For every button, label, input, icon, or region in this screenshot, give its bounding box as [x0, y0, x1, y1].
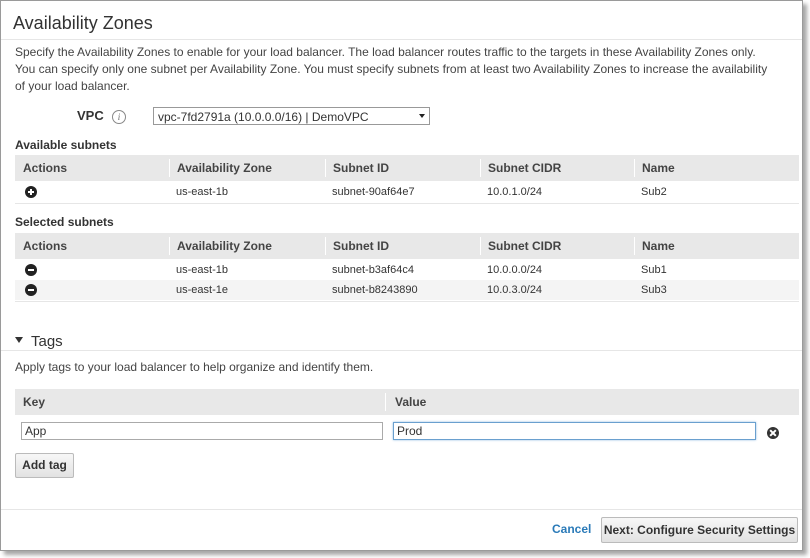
row-subnet-cidr: 10.0.0.0/24: [487, 264, 543, 276]
info-icon[interactable]: i: [112, 110, 126, 124]
column-name: Name: [642, 161, 675, 175]
tag-key-input[interactable]: [21, 422, 383, 440]
selected-subnets-label: Selected subnets: [15, 215, 114, 229]
tags-description: Apply tags to your load balancer to help…: [15, 360, 374, 374]
add-tag-button[interactable]: Add tag: [15, 453, 74, 478]
table-row[interactable]: us-east-1b subnet-b3af64c4 10.0.0.0/24 S…: [15, 260, 799, 280]
row-divider: [15, 203, 799, 204]
vpc-label: VPC: [77, 108, 104, 123]
minus-circle-icon[interactable]: [25, 284, 37, 296]
tag-value-input[interactable]: [393, 422, 756, 440]
table-row[interactable]: us-east-1e subnet-b8243890 10.0.3.0/24 S…: [15, 280, 799, 300]
column-divider: [385, 393, 386, 411]
row-availability-zone: us-east-1e: [176, 284, 228, 296]
footer-divider: [1, 509, 802, 510]
selected-subnets-header: Actions Availability Zone Subnet ID Subn…: [15, 233, 799, 259]
chevron-down-icon: [419, 114, 425, 118]
column-actions: Actions: [23, 239, 68, 253]
tags-divider: [1, 350, 802, 351]
tags-title: Tags: [31, 333, 63, 350]
column-name: Name: [642, 239, 675, 253]
row-name: Sub2: [641, 186, 667, 198]
column-availability-zone: Availability Zone: [177, 161, 272, 175]
available-subnets-header: Actions Availability Zone Subnet ID Subn…: [15, 155, 799, 181]
plus-circle-icon[interactable]: [25, 186, 37, 198]
table-row[interactable]: us-east-1b subnet-90af64e7 10.0.1.0/24 S…: [15, 182, 799, 202]
row-subnet-id: subnet-b8243890: [332, 284, 418, 296]
row-subnet-id: subnet-90af64e7: [332, 186, 415, 198]
vpc-select-value: vpc-7fd2791a (10.0.0.0/16) | DemoVPC: [158, 110, 369, 124]
minus-circle-icon[interactable]: [25, 264, 37, 276]
row-availability-zone: us-east-1b: [176, 264, 228, 276]
tags-header: Key Value: [15, 389, 799, 415]
row-availability-zone: us-east-1b: [176, 186, 228, 198]
next-configure-security-settings-button[interactable]: Next: Configure Security Settings: [601, 517, 798, 543]
vpc-select[interactable]: vpc-7fd2791a (10.0.0.0/16) | DemoVPC: [153, 107, 430, 125]
title-divider: [1, 39, 802, 40]
column-key: Key: [23, 395, 46, 409]
available-subnets-label: Available subnets: [15, 138, 117, 152]
column-subnet-cidr: Subnet CIDR: [488, 161, 562, 175]
column-availability-zone: Availability Zone: [177, 239, 272, 253]
cancel-button[interactable]: Cancel: [552, 522, 591, 536]
row-name: Sub3: [641, 284, 667, 296]
column-actions: Actions: [23, 161, 68, 175]
row-name: Sub1: [641, 264, 667, 276]
column-subnet-cidr: Subnet CIDR: [488, 239, 562, 253]
column-subnet-id: Subnet ID: [333, 239, 389, 253]
row-subnet-cidr: 10.0.3.0/24: [487, 284, 543, 296]
page-title: Availability Zones: [13, 13, 153, 33]
row-divider: [15, 301, 799, 302]
close-icon[interactable]: [767, 427, 779, 439]
page-description: Specify the Availability Zones to enable…: [15, 45, 768, 93]
caret-down-icon: [15, 337, 23, 344]
wizard-panel: Availability Zones Specify the Availabil…: [0, 0, 803, 551]
column-value: Value: [395, 395, 427, 409]
tags-section-toggle[interactable]: Tags: [15, 333, 63, 350]
row-subnet-cidr: 10.0.1.0/24: [487, 186, 543, 198]
row-subnet-id: subnet-b3af64c4: [332, 264, 414, 276]
column-subnet-id: Subnet ID: [333, 161, 389, 175]
